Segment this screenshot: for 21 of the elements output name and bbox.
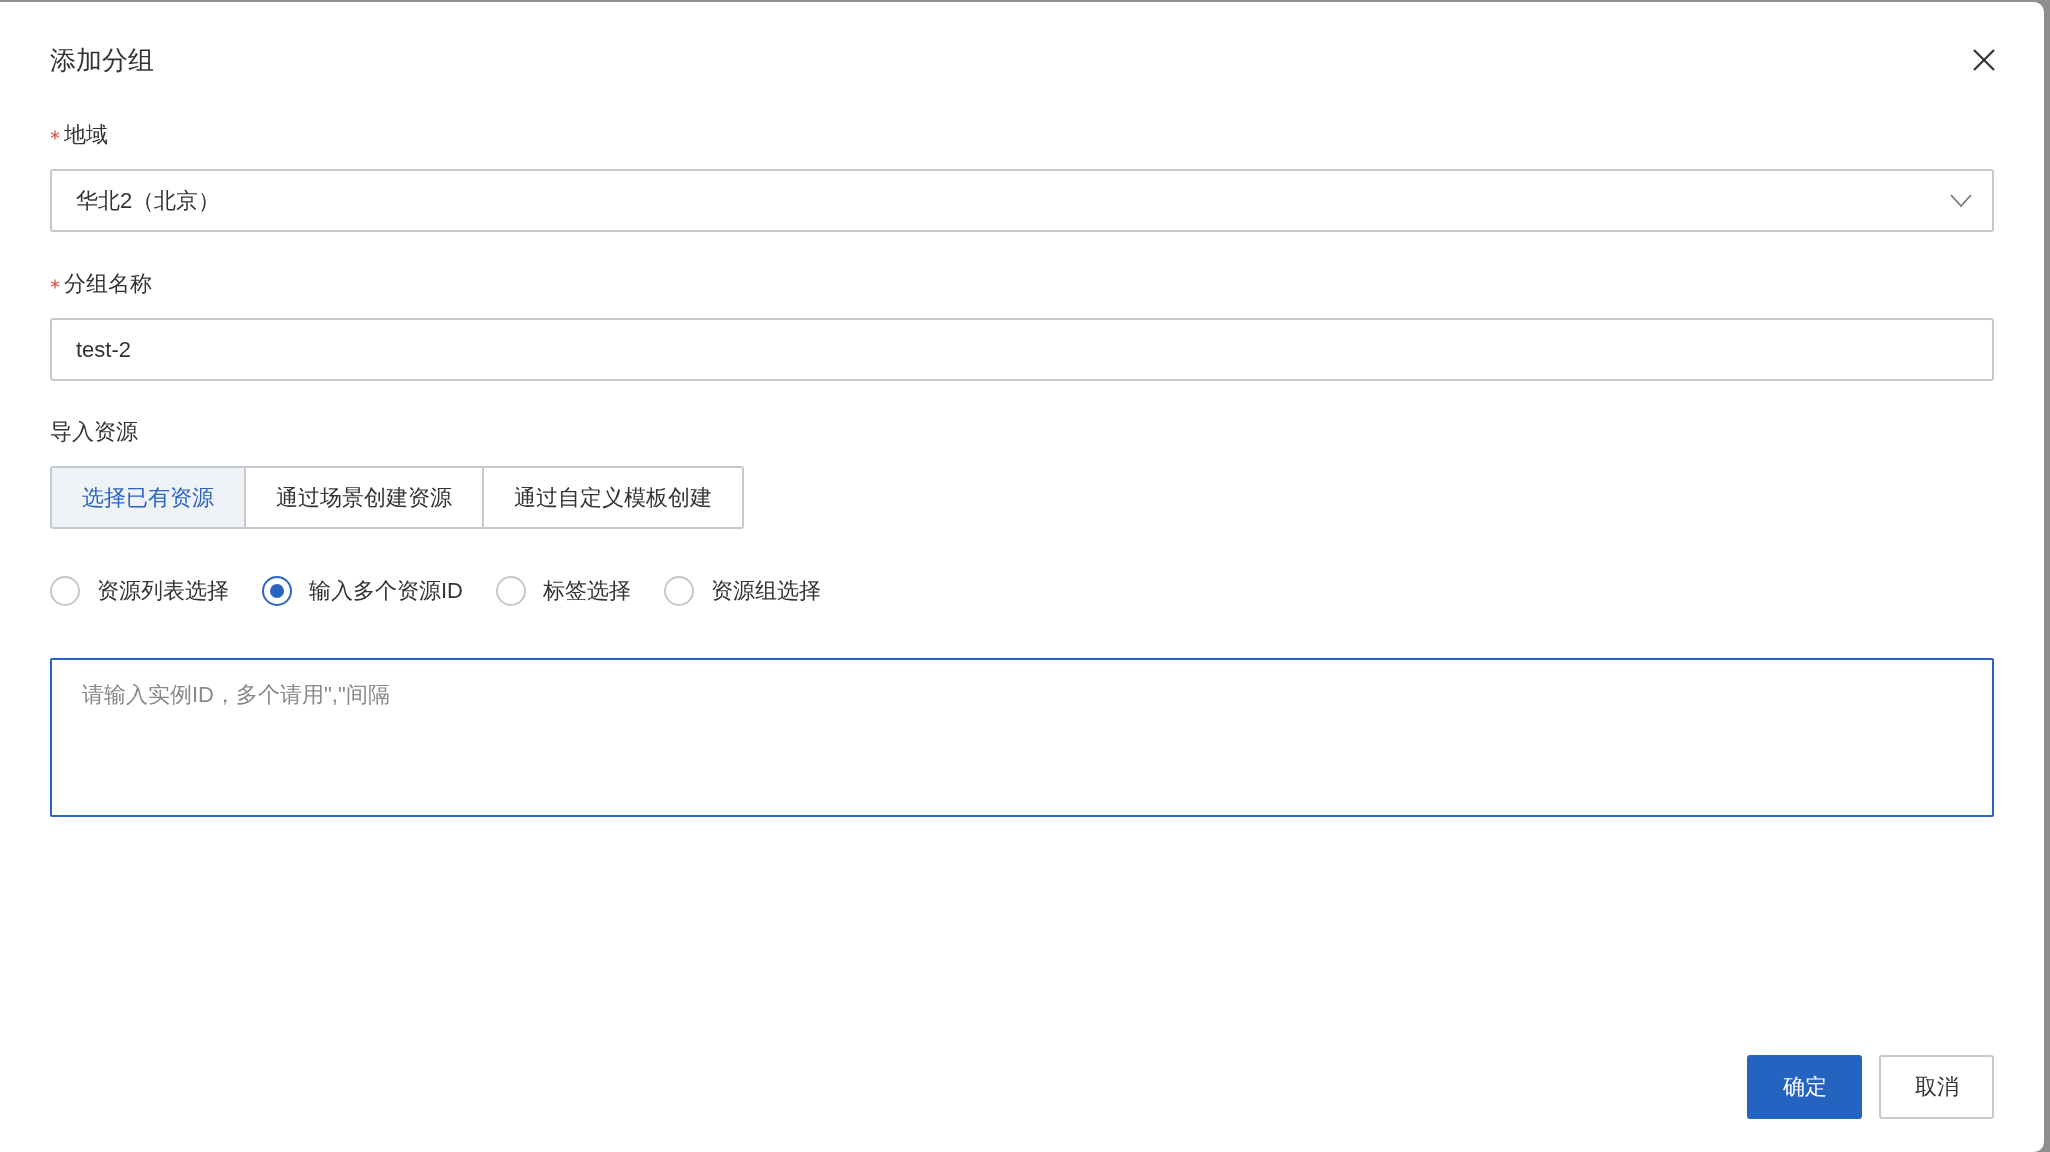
radio-button[interactable]: [50, 576, 80, 606]
radio-button[interactable]: [262, 576, 292, 606]
field-label: 地域: [64, 121, 108, 149]
radio-label[interactable]: 输入多个资源ID: [309, 576, 463, 606]
cancel-button[interactable]: 取消: [1879, 1055, 1994, 1119]
field-label: 分组名称: [64, 270, 152, 298]
section-label: 导入资源: [50, 418, 139, 446]
radio-label[interactable]: 资源列表选择: [97, 576, 229, 606]
chevron-down-icon: [1950, 193, 1972, 208]
source-tab[interactable]: 选择已有资源: [50, 466, 246, 529]
radio-button[interactable]: [664, 576, 694, 606]
source-tab[interactable]: 通过场景创建资源: [244, 466, 484, 529]
group-name-field[interactable]: test-2: [50, 318, 1994, 381]
dialog-title: 添加分组: [50, 44, 154, 77]
radio-label[interactable]: 资源组选择: [711, 576, 821, 606]
instance-id-field[interactable]: 请输入实例ID，多个请用","间隔: [50, 658, 1994, 817]
region-select[interactable]: 华北2（北京）: [50, 169, 1994, 232]
radio-label[interactable]: 标签选择: [543, 576, 631, 606]
confirm-button[interactable]: 确定: [1747, 1055, 1862, 1119]
radio-button[interactable]: [496, 576, 526, 606]
source-tab[interactable]: 通过自定义模板创建: [482, 466, 744, 529]
